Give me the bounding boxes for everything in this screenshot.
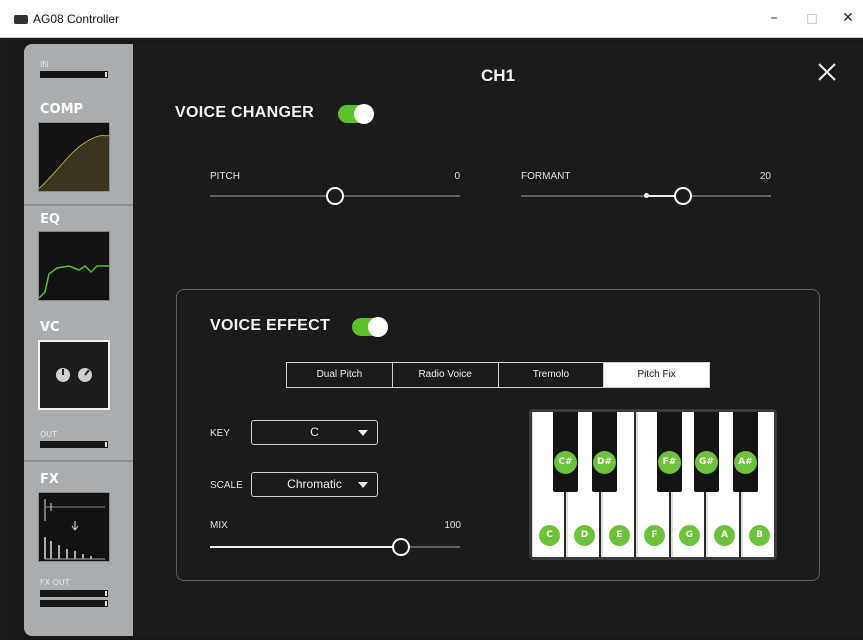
app-area: IN COMP EQ VC OUT FX FX OUT CH1 VOICE CH… (8, 38, 863, 640)
toggle-knob (354, 104, 374, 124)
voice-effect-toggle[interactable] (352, 317, 388, 337)
vc-knobs-icon (56, 368, 92, 382)
note-g-sharp[interactable]: G# (695, 451, 718, 474)
note-d[interactable]: D (574, 525, 595, 546)
mix-label: MIX (210, 520, 228, 531)
window-close-button[interactable]: ✕ (834, 6, 862, 30)
comp-curve-icon (38, 135, 110, 191)
effect-panel: CH1 VOICE CHANGER PITCH 0 FORMANT 20 VOI… (133, 44, 863, 636)
chevron-down-icon (358, 430, 368, 436)
minimize-button[interactable]: – (760, 6, 788, 30)
note-g[interactable]: G (679, 525, 700, 546)
mix-slider-knob[interactable] (392, 538, 410, 556)
note-b[interactable]: B (749, 525, 770, 546)
key-value: C (310, 425, 319, 439)
vc-thumbnail[interactable] (38, 340, 110, 410)
channel-title: CH1 (480, 66, 515, 85)
mix-value: 100 (444, 520, 461, 531)
close-icon[interactable] (815, 60, 839, 84)
key-label: KEY (210, 428, 231, 439)
note-e[interactable]: E (609, 525, 630, 546)
in-meter (40, 71, 108, 78)
out-meter (40, 441, 108, 448)
window-titlebar: AG08 Controller – □ ✕ (0, 0, 863, 38)
voice-effect-title: VOICE EFFECT (210, 317, 331, 334)
comp-thumbnail[interactable] (38, 122, 110, 192)
eq-thumbnail[interactable] (38, 231, 110, 301)
channel-strip-sidebar: IN COMP EQ VC OUT FX FX OUT (24, 44, 133, 636)
formant-slider-knob[interactable] (674, 187, 692, 205)
eq-label: EQ (40, 212, 60, 227)
scale-label: SCALE (210, 480, 243, 491)
eq-curve-icon (38, 265, 109, 299)
fx-thumbnail[interactable] (38, 492, 110, 562)
effect-type-tabs: Dual Pitch Radio Voice Tremolo Pitch Fix (286, 362, 710, 388)
note-c[interactable]: C (539, 525, 560, 546)
note-a[interactable]: A (714, 525, 735, 546)
pitch-fix-keyboard: C# D# F# G# A# C D E F G A B (529, 409, 777, 560)
pitch-slider-knob[interactable] (326, 187, 344, 205)
scale-dropdown[interactable]: Chromatic (251, 472, 378, 497)
comp-label: COMP (40, 102, 84, 117)
key-dropdown[interactable]: C (251, 420, 378, 445)
note-c-sharp[interactable]: C# (554, 451, 577, 474)
formant-center-dot (644, 193, 649, 198)
window-title: AG08 Controller (33, 12, 120, 26)
note-f-sharp[interactable]: F# (658, 451, 681, 474)
fx-out-meter-l (40, 590, 108, 597)
app-icon (14, 15, 28, 24)
formant-label: FORMANT (521, 171, 571, 182)
maximize-button[interactable]: □ (798, 6, 826, 30)
voice-changer-toggle[interactable] (338, 104, 374, 124)
fx-reverb-icon (44, 499, 105, 560)
in-label: IN (40, 60, 49, 69)
tab-tremolo[interactable]: Tremolo (499, 363, 605, 387)
pitch-label: PITCH (210, 171, 240, 182)
formant-value: 20 (759, 171, 771, 182)
note-d-sharp[interactable]: D# (593, 451, 616, 474)
out-label: OUT (40, 430, 58, 439)
mix-slider-fill (210, 546, 402, 548)
fx-label: FX (40, 472, 59, 487)
toggle-knob (368, 317, 388, 337)
fx-out-label: FX OUT (40, 578, 70, 587)
pitch-value: 0 (454, 171, 460, 182)
note-a-sharp[interactable]: A# (734, 451, 757, 474)
sidebar-divider (24, 204, 133, 206)
scale-value: Chromatic (287, 477, 342, 491)
chevron-down-icon (358, 482, 368, 488)
sidebar-divider (24, 460, 133, 462)
fx-out-meter-r (40, 600, 108, 607)
note-f[interactable]: F (644, 525, 665, 546)
tab-radio-voice[interactable]: Radio Voice (393, 363, 499, 387)
vc-label: VC (40, 320, 60, 335)
voice-changer-title: VOICE CHANGER (175, 104, 315, 121)
tab-pitch-fix[interactable]: Pitch Fix (604, 363, 709, 387)
tab-dual-pitch[interactable]: Dual Pitch (287, 363, 393, 387)
selection-arrow-icon (125, 370, 133, 384)
